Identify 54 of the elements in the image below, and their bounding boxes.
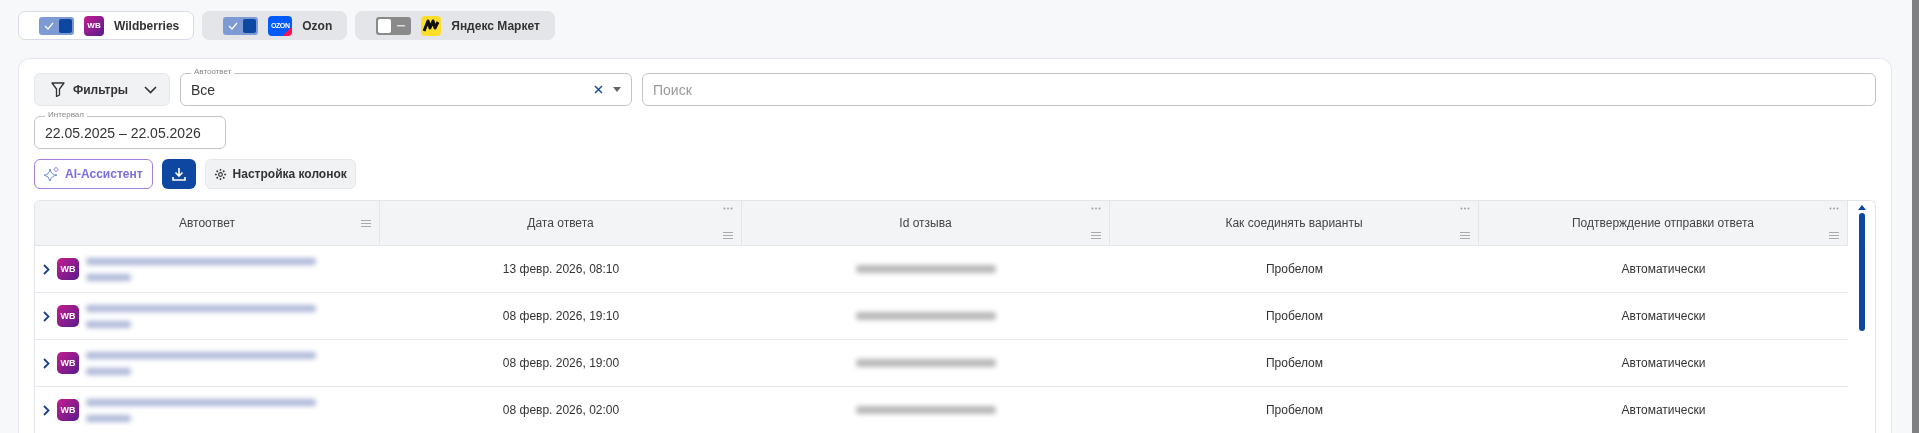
- table-cell: Автоматически: [1479, 293, 1848, 340]
- more-icon[interactable]: [1460, 207, 1470, 210]
- clear-icon[interactable]: [594, 85, 603, 94]
- marketplace-chip[interactable]: WB Wildberries: [18, 11, 195, 40]
- filter-icon: [51, 82, 65, 97]
- column-header[interactable]: Id отзыва: [742, 201, 1110, 246]
- expand-icon[interactable]: [43, 263, 50, 275]
- marketplace-chip[interactable]: Яндекс Маркет: [355, 11, 555, 40]
- search-field[interactable]: Поиск: [642, 73, 1876, 106]
- download-button[interactable]: [161, 159, 196, 189]
- settings-icon: [213, 167, 227, 181]
- check-icon: [228, 20, 239, 31]
- wildberries-logo: WB: [57, 399, 79, 421]
- wildberries-logo: WB: [57, 352, 79, 374]
- more-icon[interactable]: [1091, 207, 1101, 210]
- toggle-switch[interactable]: [223, 16, 259, 35]
- expand-icon[interactable]: [43, 404, 50, 416]
- date-cell: 13 февр. 2026, 08:10: [380, 246, 742, 293]
- expand-icon[interactable]: [43, 357, 50, 369]
- column-header[interactable]: Дата ответа: [380, 201, 742, 246]
- column-header[interactable]: Подтверждение отправки ответа: [1479, 201, 1848, 246]
- toggle-switch[interactable]: [376, 16, 412, 35]
- check-icon: [44, 20, 54, 31]
- date-cell: 08 февр. 2026, 19:10: [380, 293, 742, 340]
- sparkle-icon: [44, 166, 60, 182]
- dropdown-caret-icon[interactable]: [613, 87, 621, 92]
- table-cell: Пробелом: [1110, 246, 1479, 293]
- wildberries-logo: WB: [57, 305, 79, 327]
- expand-icon[interactable]: [43, 310, 50, 322]
- wildberries-logo: WB: [57, 258, 79, 280]
- page-scrollbar[interactable]: [1912, 0, 1919, 433]
- table-cell: Автоматически: [1479, 387, 1848, 433]
- wildberries-logo: WB: [84, 15, 104, 36]
- table-cell: Пробелом: [1110, 293, 1479, 340]
- table-cell: Пробелом: [1110, 340, 1479, 387]
- column-header[interactable]: Как соединять варианты: [1110, 201, 1479, 246]
- more-icon[interactable]: [1829, 207, 1839, 210]
- scroll-up-icon[interactable]: [1857, 205, 1866, 210]
- filters-button[interactable]: Фильтры: [34, 73, 170, 106]
- column-settings-button[interactable]: Настройка колонок: [204, 159, 356, 189]
- download-icon: [171, 167, 186, 181]
- more-icon[interactable]: [723, 207, 733, 210]
- table-cell: Пробелом: [1110, 387, 1479, 433]
- table-cell: Автоматически: [1479, 246, 1848, 293]
- yandex-market-logo: [421, 15, 442, 36]
- column-header[interactable]: Автоответ: [35, 201, 380, 246]
- date-cell: 08 февр. 2026, 19:00: [380, 340, 742, 387]
- toggle-switch[interactable]: [39, 16, 74, 35]
- dash-icon: [397, 24, 406, 27]
- table-cell: Автоматически: [1479, 340, 1848, 387]
- date-cell: 08 февр. 2026, 02:00: [380, 387, 742, 433]
- caret-icon: [144, 85, 157, 94]
- ai-assistant-button[interactable]: AI-Ассистент: [34, 159, 153, 189]
- scrollbar-thumb[interactable]: [1858, 213, 1865, 331]
